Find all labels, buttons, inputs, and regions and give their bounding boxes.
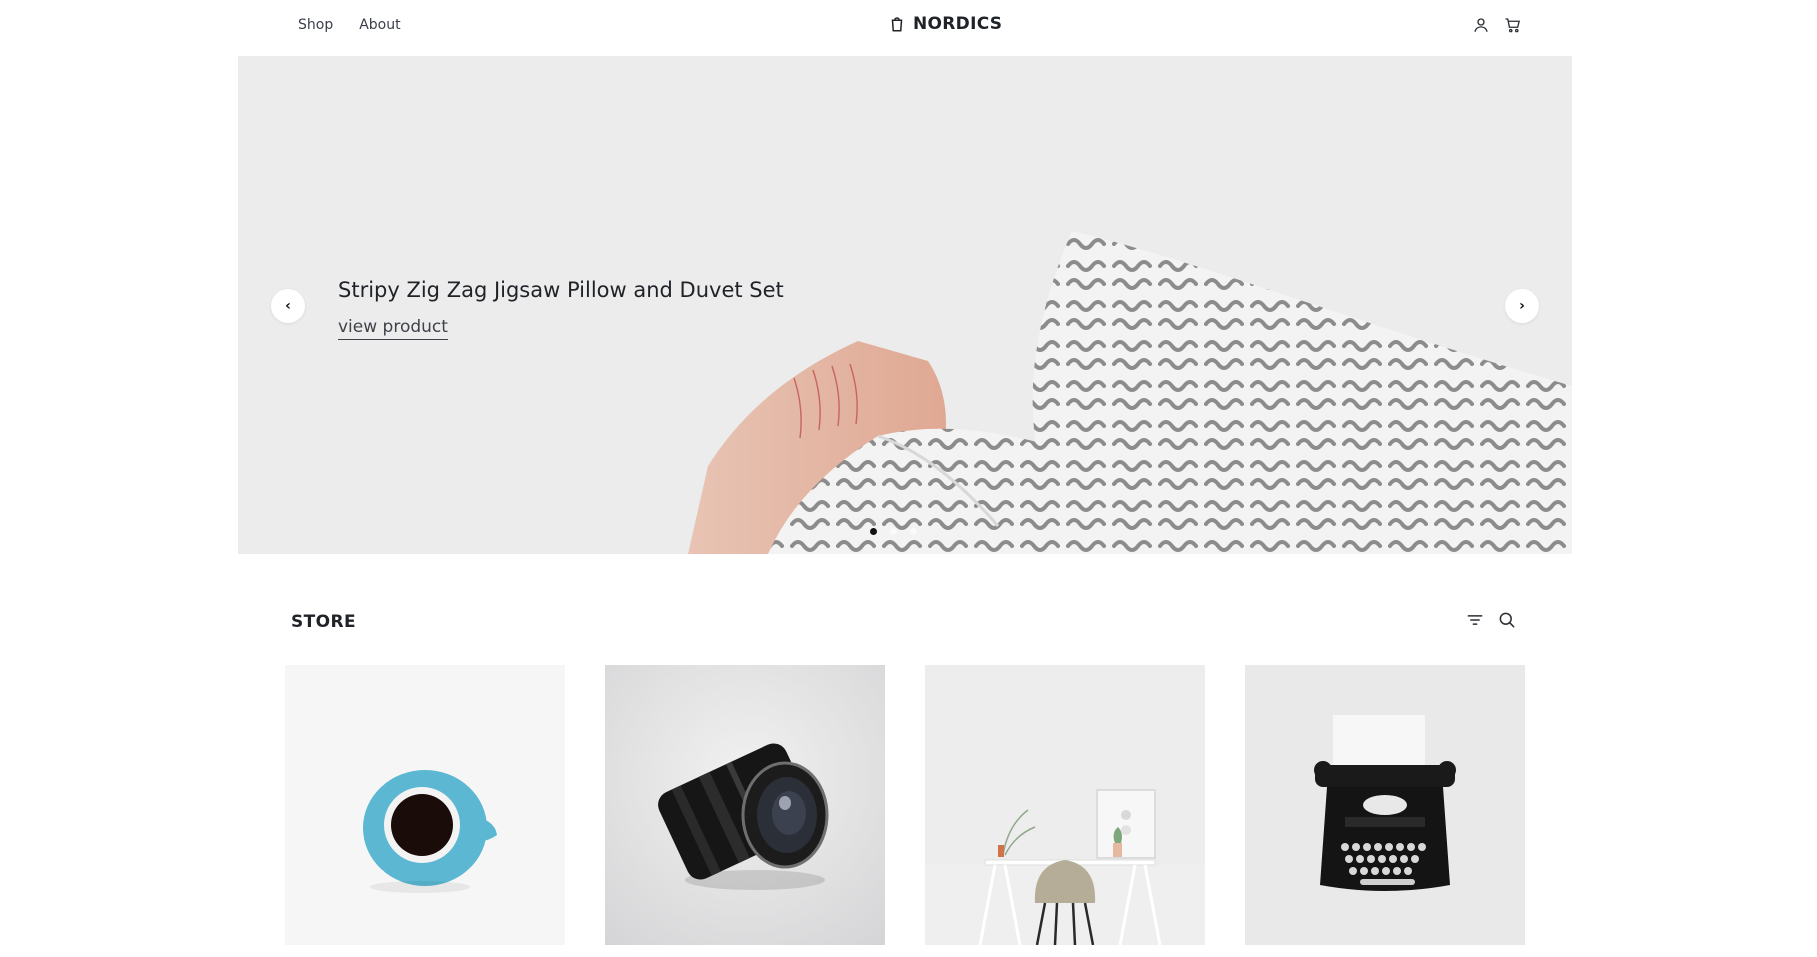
- product-grid: [285, 665, 1525, 945]
- desk-chair-image: [925, 665, 1205, 945]
- hero-caption: Stripy Zig Zag Jigsaw Pillow and Duvet S…: [338, 278, 784, 340]
- store-toolbar: STORE: [238, 610, 1572, 640]
- carousel-prev-button[interactable]: ‹: [271, 289, 305, 323]
- hero-carousel: Stripy Zig Zag Jigsaw Pillow and Duvet S…: [238, 56, 1572, 554]
- store-title: STORE: [291, 612, 356, 632]
- brand-logo[interactable]: NORDICS: [888, 14, 1002, 34]
- product-card-desk-chair[interactable]: [925, 665, 1205, 945]
- filter-icon[interactable]: [1465, 610, 1485, 630]
- carousel-next-button[interactable]: ›: [1505, 289, 1539, 323]
- carousel-dot[interactable]: [870, 528, 877, 535]
- chevron-left-icon: ‹: [285, 298, 291, 314]
- chevron-right-icon: ›: [1519, 298, 1525, 314]
- nav-shop-link[interactable]: Shop: [298, 17, 333, 33]
- search-icon[interactable]: [1497, 610, 1517, 630]
- page: Shop About NORDICS Stripy Zig Zag Jigsaw…: [0, 0, 1817, 957]
- carousel-dots: [870, 528, 917, 535]
- brand-name: NORDICS: [913, 14, 1003, 34]
- main-nav: Shop About: [298, 17, 401, 33]
- site-header: Shop About NORDICS: [238, 0, 1572, 56]
- product-card-camera-lens[interactable]: [605, 665, 885, 945]
- view-product-link[interactable]: view product: [338, 317, 448, 340]
- carousel-dot[interactable]: [890, 528, 897, 535]
- cart-icon[interactable]: [1504, 16, 1522, 34]
- camera-lens-image: [605, 665, 885, 945]
- typewriter-image: [1245, 665, 1525, 945]
- header-actions: [1472, 16, 1522, 34]
- user-icon[interactable]: [1472, 16, 1490, 34]
- product-card-coffee-cup[interactable]: [285, 665, 565, 945]
- carousel-dot[interactable]: [910, 528, 917, 535]
- hero-title: Stripy Zig Zag Jigsaw Pillow and Duvet S…: [338, 278, 784, 302]
- nav-about-link[interactable]: About: [359, 17, 400, 33]
- coffee-cup-image: [285, 665, 565, 945]
- store-tools: [1465, 610, 1517, 630]
- product-card-typewriter[interactable]: [1245, 665, 1525, 945]
- shopping-bag-icon: [891, 17, 903, 32]
